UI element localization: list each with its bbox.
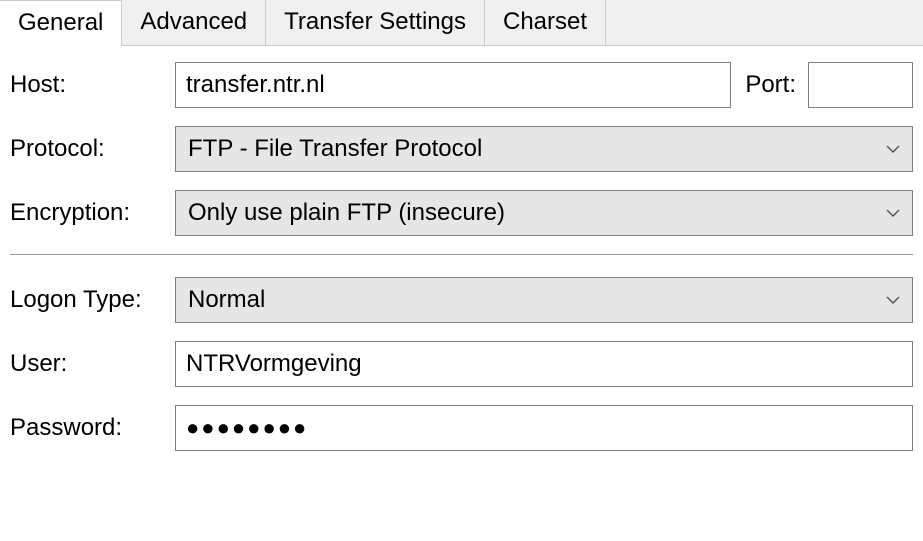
encryption-value: Only use plain FTP (insecure) bbox=[188, 199, 505, 227]
port-label: Port: bbox=[745, 71, 796, 99]
section-divider bbox=[10, 254, 913, 255]
tab-general[interactable]: General bbox=[0, 0, 122, 46]
chevron-down-icon bbox=[886, 209, 900, 217]
tab-charset[interactable]: Charset bbox=[485, 0, 606, 45]
chevron-down-icon bbox=[886, 145, 900, 153]
host-label: Host: bbox=[10, 71, 175, 99]
logon-type-label: Logon Type: bbox=[10, 286, 175, 314]
encryption-label: Encryption: bbox=[10, 199, 175, 227]
encryption-select[interactable]: Only use plain FTP (insecure) bbox=[175, 190, 913, 236]
password-input[interactable]: ●●●●●●●● bbox=[175, 405, 913, 451]
host-input[interactable] bbox=[175, 62, 731, 108]
user-label: User: bbox=[10, 350, 175, 378]
chevron-down-icon bbox=[886, 296, 900, 304]
protocol-value: FTP - File Transfer Protocol bbox=[188, 135, 482, 163]
protocol-label: Protocol: bbox=[10, 135, 175, 163]
tab-bar: General Advanced Transfer Settings Chars… bbox=[0, 0, 923, 46]
user-input[interactable] bbox=[175, 341, 913, 387]
general-panel: Host: Port: Protocol: FTP - File Transfe… bbox=[0, 46, 923, 451]
port-input[interactable] bbox=[808, 62, 913, 108]
tab-advanced[interactable]: Advanced bbox=[122, 0, 266, 45]
logon-type-value: Normal bbox=[188, 286, 265, 314]
logon-type-select[interactable]: Normal bbox=[175, 277, 913, 323]
password-label: Password: bbox=[10, 414, 175, 442]
tab-transfer-settings[interactable]: Transfer Settings bbox=[266, 0, 485, 45]
protocol-select[interactable]: FTP - File Transfer Protocol bbox=[175, 126, 913, 172]
